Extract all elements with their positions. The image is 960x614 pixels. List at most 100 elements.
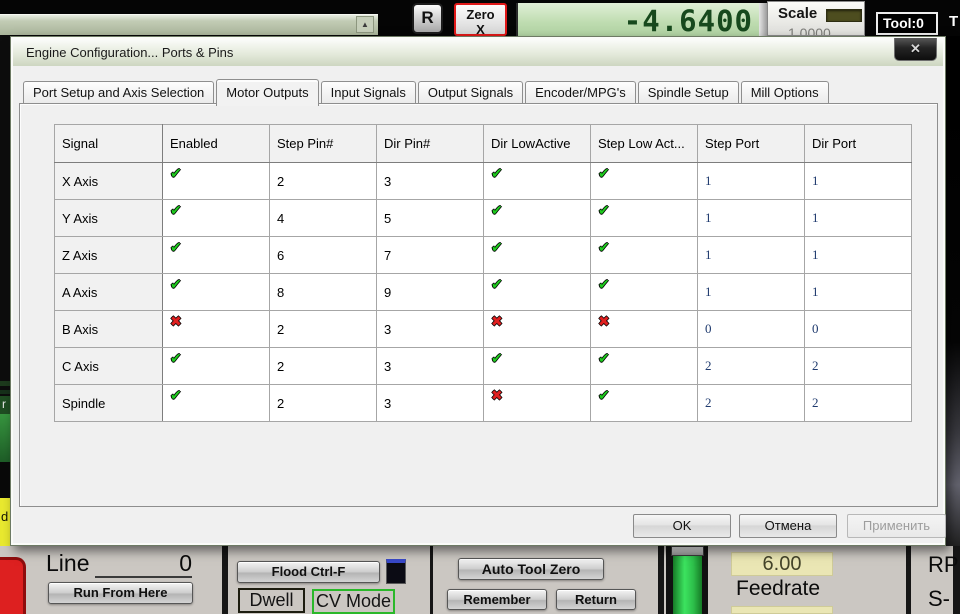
dialog-titlebar[interactable]: Engine Configuration... Ports & Pins — [13, 39, 943, 66]
cell-dir-port[interactable]: 0 — [804, 310, 912, 348]
dialog-tabstrip: Port Setup and Axis Selection Motor Outp… — [23, 77, 831, 106]
cell-step-low-active[interactable]: ✔ — [590, 199, 698, 237]
cell-dir-low-active[interactable]: ✔ — [483, 199, 591, 237]
dir-low-active-check-icon: ✔ — [491, 239, 503, 255]
cancel-button[interactable]: Отмена — [739, 514, 837, 538]
flood-button[interactable]: Flood Ctrl-F — [237, 561, 380, 583]
clipped-button-green-dark[interactable]: r — [0, 396, 10, 414]
clipped-button-red[interactable] — [0, 557, 26, 614]
line-number-dro[interactable]: 0 — [170, 550, 192, 577]
cell-step-low-active[interactable]: ✔ — [590, 236, 698, 274]
cell-dir-low-active[interactable]: ✖ — [483, 384, 591, 422]
panel-divider — [906, 546, 911, 614]
ok-button[interactable]: OK — [633, 514, 731, 538]
cell-step-port[interactable]: 1 — [697, 162, 805, 200]
clipped-stripe — [0, 381, 10, 386]
cell-enabled[interactable]: ✔ — [162, 236, 270, 274]
tab-encoder-mpgs[interactable]: Encoder/MPG's — [525, 81, 636, 104]
cell-enabled[interactable]: ✔ — [162, 347, 270, 385]
cell-step-pin[interactable]: 2 — [269, 162, 377, 200]
cell-step-port[interactable]: 1 — [697, 273, 805, 311]
remember-button[interactable]: Remember — [447, 589, 547, 610]
cell-enabled[interactable]: ✔ — [162, 384, 270, 422]
cell-dir-pin[interactable]: 7 — [376, 236, 484, 274]
cell-dir-port[interactable]: 1 — [804, 273, 912, 311]
zero-x-button[interactable]: Zero X — [454, 3, 507, 36]
cell-step-pin[interactable]: 6 — [269, 236, 377, 274]
cell-step-port[interactable]: 1 — [697, 236, 805, 274]
cell-step-low-active[interactable]: ✔ — [590, 162, 698, 200]
tab-output-signals[interactable]: Output Signals — [417, 81, 524, 104]
cell-dir-low-active[interactable]: ✖ — [483, 310, 591, 348]
cell-step-low-active[interactable]: ✖ — [590, 310, 698, 348]
cell-step-pin[interactable]: 2 — [269, 384, 377, 422]
cell-dir-low-active[interactable]: ✔ — [483, 236, 591, 274]
mach3-screen: ▲ R Zero X -4.6400 Scale 1.0000 Tool:0 T… — [0, 0, 960, 614]
feedrate-label: Feedrate — [736, 577, 821, 600]
cell-dir-pin[interactable]: 3 — [376, 310, 484, 348]
clipped-tool-text: T — [949, 13, 959, 30]
tab-port-setup[interactable]: Port Setup and Axis Selection — [23, 81, 215, 104]
cell-step-pin[interactable]: 4 — [269, 199, 377, 237]
cell-dir-pin[interactable]: 5 — [376, 199, 484, 237]
enabled-check-icon: ✔ — [170, 387, 182, 403]
cell-dir-port[interactable]: 2 — [804, 384, 912, 422]
cell-enabled[interactable]: ✖ — [162, 310, 270, 348]
enabled-check-icon: ✔ — [170, 276, 182, 292]
cell-step-low-active[interactable]: ✔ — [590, 347, 698, 385]
cell-step-low-active[interactable]: ✔ — [590, 384, 698, 422]
step-low-active-check-icon: ✔ — [598, 165, 610, 181]
auto-tool-zero-button[interactable]: Auto Tool Zero — [458, 558, 604, 580]
return-button[interactable]: Return — [556, 589, 636, 610]
cell-enabled[interactable]: ✔ — [162, 273, 270, 311]
cell-dir-port[interactable]: 1 — [804, 162, 912, 200]
feedrate-slider-handle[interactable] — [671, 546, 704, 556]
cell-step-pin[interactable]: 2 — [269, 347, 377, 385]
cell-dir-port[interactable]: 1 — [804, 236, 912, 274]
cell-dir-pin[interactable]: 9 — [376, 273, 484, 311]
cell-dir-pin[interactable]: 3 — [376, 384, 484, 422]
cell-step-port[interactable]: 1 — [697, 199, 805, 237]
tab-mill-options[interactable]: Mill Options — [740, 81, 829, 104]
table-row-a-axis: A Axis ✔ 8 9 ✔ ✔ 1 1 — [54, 273, 912, 311]
dir-low-active-check-icon: ✔ — [491, 276, 503, 292]
dir-low-active-cross-icon: ✖ — [491, 313, 503, 329]
cell-step-pin[interactable]: 8 — [269, 273, 377, 311]
scroll-up-arrow-icon[interactable]: ▲ — [356, 16, 374, 33]
run-from-here-button[interactable]: Run From Here — [48, 582, 193, 604]
feedrate-dro[interactable]: 6.00 — [731, 552, 833, 576]
x-axis-dro[interactable]: -4.6400 — [516, 3, 759, 36]
scale-led-indicator — [826, 9, 862, 22]
enabled-check-icon: ✔ — [170, 239, 182, 255]
cell-dir-port[interactable]: 2 — [804, 347, 912, 385]
cell-dir-low-active[interactable]: ✔ — [483, 347, 591, 385]
cell-dir-low-active[interactable]: ✔ — [483, 273, 591, 311]
cell-dir-pin[interactable]: 3 — [376, 347, 484, 385]
ref-r-button[interactable]: R — [412, 3, 443, 34]
column-header-signal: Signal — [54, 124, 163, 163]
cell-step-port[interactable]: 2 — [697, 347, 805, 385]
dwell-indicator: Dwell — [238, 588, 305, 613]
cell-enabled[interactable]: ✔ — [162, 162, 270, 200]
row-label: Z Axis — [54, 236, 163, 274]
line-label: Line — [46, 550, 90, 576]
cell-step-low-active[interactable]: ✔ — [590, 273, 698, 311]
cell-enabled[interactable]: ✔ — [162, 199, 270, 237]
close-button[interactable]: ✕ — [894, 38, 937, 61]
cell-dir-pin[interactable]: 3 — [376, 162, 484, 200]
cell-step-port[interactable]: 2 — [697, 384, 805, 422]
dir-low-active-check-icon: ✔ — [491, 350, 503, 366]
clipped-button-green[interactable] — [0, 414, 10, 462]
scale-value[interactable]: 1.0000 — [788, 25, 831, 35]
cell-step-port[interactable]: 0 — [697, 310, 805, 348]
cell-step-pin[interactable]: 2 — [269, 310, 377, 348]
cell-dir-low-active[interactable]: ✔ — [483, 162, 591, 200]
tab-input-signals[interactable]: Input Signals — [320, 81, 416, 104]
feedrate-slider-bar[interactable] — [673, 556, 702, 614]
gcode-scrollbar-track[interactable] — [0, 14, 378, 35]
flood-led-indicator — [386, 559, 406, 584]
tab-motor-outputs[interactable]: Motor Outputs — [216, 79, 319, 106]
cell-dir-port[interactable]: 1 — [804, 199, 912, 237]
apply-button[interactable]: Применить — [847, 514, 946, 538]
tab-spindle-setup[interactable]: Spindle Setup — [637, 81, 739, 104]
